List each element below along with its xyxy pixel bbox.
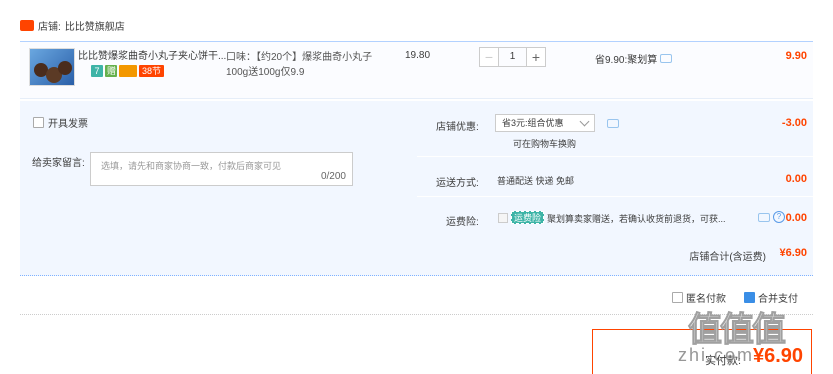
invoice-checkbox[interactable] <box>33 117 44 128</box>
watermark-url: zhi.com <box>678 345 755 365</box>
chevron-down-icon <box>579 116 590 127</box>
chat-icon[interactable] <box>607 119 619 128</box>
chat-icon[interactable] <box>660 54 673 63</box>
discount-selected: 省3元:组合优惠 <box>502 118 564 128</box>
delivery-row: 运送方式: 普通配送 快递 免邮 0.00 <box>417 157 813 197</box>
chat-icon[interactable] <box>758 213 770 222</box>
product-spec: 口味：【约20个】爆浆曲奇小丸子100g送100g仅9.9 <box>226 52 373 78</box>
help-icon[interactable]: ? <box>773 211 785 223</box>
discount-hint: 可在购物车换购 <box>513 139 577 149</box>
card-icon <box>119 65 137 77</box>
discount-select[interactable]: 省3元:组合优惠 <box>495 114 595 132</box>
product-thumbnail[interactable] <box>29 48 75 86</box>
item-subtotal: 9.90 <box>785 50 807 62</box>
tag-7day: 7 <box>91 65 103 77</box>
shop-total-value: ¥6.90 <box>779 247 807 259</box>
invoice-option[interactable]: 开具发票 <box>33 115 88 130</box>
decrease-button[interactable]: − <box>479 47 499 67</box>
insurance-badge: 运费险 <box>511 211 545 224</box>
invoice-label: 开具发票 <box>48 119 88 130</box>
product-tags: 7 赠 38节 <box>91 65 165 77</box>
tag-38-festival: 38节 <box>139 65 165 77</box>
insurance-text: 聚划算卖家赠送，若确认收货前退货，可获... <box>547 214 726 224</box>
shop-name[interactable]: 比比赞旗舰店 <box>65 18 125 33</box>
discount-row: 店铺优惠: 省3元:组合优惠 可在购物车换购 -3.00 <box>417 101 813 157</box>
order-summary-options: 店铺优惠: 省3元:组合优惠 可在购物车换购 -3.00 运送方式: 普通配送 … <box>417 101 813 236</box>
product-title[interactable]: 比比赞爆浆曲奇小丸子夹心饼干... <box>78 50 228 63</box>
tmall-icon <box>20 19 34 31</box>
message-placeholder: 选填，请先和商家协商一致，付款后商家可见 <box>101 161 282 171</box>
delivery-label: 运送方式: <box>436 178 479 189</box>
shop-label: 店铺: <box>38 21 61 33</box>
quantity-stepper: − 1 + <box>479 47 546 67</box>
shop-total-label: 店铺合计(含运费) <box>689 252 766 263</box>
discount-label: 店铺优惠: <box>436 122 479 133</box>
anonymous-checkbox[interactable] <box>672 292 683 303</box>
unit-price: 19.80 <box>405 50 431 61</box>
message-count: 0/200 <box>320 171 346 182</box>
order-item: 比比赞爆浆曲奇小丸子夹心饼干... 7 赠 38节 口味：【约20个】爆浆曲奇小… <box>20 41 813 99</box>
increase-button[interactable]: + <box>526 47 546 67</box>
insurance-value: 0.00 <box>785 212 807 224</box>
discount-value: -3.00 <box>781 117 807 129</box>
saving-text: 省9.90:聚划算 <box>595 55 658 66</box>
quantity-input[interactable]: 1 <box>499 47 526 67</box>
shop-total-row: 店铺合计(含运费) ¥6.90 <box>20 236 813 276</box>
order-page: 店铺: 比比赞旗舰店 比比赞爆浆曲奇小丸子夹心饼干... 7 赠 38节 口味：… <box>0 0 833 374</box>
delivery-text: 普通配送 快递 免邮 <box>497 176 575 186</box>
tag-gift: 赠 <box>105 65 117 77</box>
message-textarea[interactable]: 选填，请先和商家协商一致，付款后商家可见 0/200 <box>90 152 353 186</box>
shop-header: 店铺: 比比赞旗舰店 <box>20 16 125 34</box>
order-options: 开具发票 给卖家留言: 选填，请先和商家协商一致，付款后商家可见 0/200 店… <box>20 101 813 236</box>
saving-info: 省9.90:聚划算 <box>595 51 673 66</box>
insurance-label: 运费险: <box>446 217 479 228</box>
watermark-logo: 值值值 <box>688 311 787 350</box>
delivery-value: 0.00 <box>785 173 807 185</box>
insurance-checkbox[interactable] <box>498 213 508 223</box>
message-label: 给卖家留言: <box>32 158 85 169</box>
